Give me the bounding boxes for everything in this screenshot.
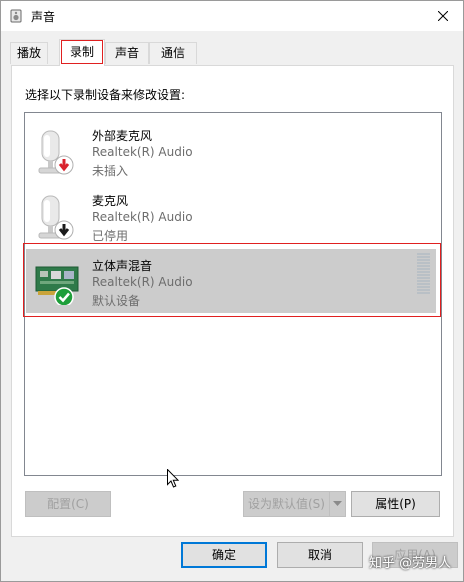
tab-label: 通信: [160, 46, 185, 60]
device-name: 立体声混音: [92, 259, 153, 273]
ok-button[interactable]: 确定: [181, 542, 267, 568]
device-driver: Realtek(R) Audio: [92, 145, 193, 159]
watermark: 知乎 @劳男人: [369, 556, 452, 571]
tab-label: 录制: [69, 45, 94, 59]
list-item-microphone[interactable]: 麦克风 Realtek(R) Audio 已停用: [26, 184, 436, 248]
cancel-button[interactable]: 取消: [277, 542, 363, 568]
tab-panel: 选择以下录制设备来修改设置: 外部麦克风 Realtek(R) Audio 未插…: [11, 65, 454, 537]
tab-sounds[interactable]: 声音: [105, 42, 149, 64]
microphone-icon: [38, 130, 74, 175]
level-meter: [417, 253, 430, 294]
device-driver: Realtek(R) Audio: [92, 210, 193, 224]
green-check-icon: [54, 287, 74, 305]
configure-button[interactable]: 配置(C): [25, 491, 111, 517]
list-item-external-microphone[interactable]: 外部麦克风 Realtek(R) Audio 未插入: [26, 119, 436, 183]
tab-communications[interactable]: 通信: [149, 42, 197, 64]
device-status: 已停用: [92, 229, 129, 243]
instruction-label: 选择以下录制设备来修改设置:: [25, 88, 186, 102]
tab-label: 声音: [114, 46, 139, 60]
speaker-icon: [10, 9, 22, 23]
set-default-button[interactable]: 设为默认值(S): [243, 491, 330, 517]
title-bar: 声音: [1, 1, 463, 31]
microphone-icon: [38, 195, 74, 240]
device-name: 麦克风: [92, 194, 129, 208]
device-status: 未插入: [92, 164, 129, 178]
close-button[interactable]: [423, 1, 463, 31]
list-item-stereo-mix[interactable]: 立体声混音 Realtek(R) Audio 默认设备: [26, 249, 436, 313]
tab-recording[interactable]: 录制: [59, 39, 105, 66]
device-name: 外部麦克风: [92, 129, 153, 143]
chevron-down-icon: [333, 501, 342, 506]
mouse-cursor-icon: [167, 469, 179, 488]
device-list[interactable]: 外部麦克风 Realtek(R) Audio 未插入 麦克风 Realtek(R…: [23, 112, 442, 476]
sound-dialog: 声音 播放 录制 声音 通信 选择以下录制设备来修改设置: 外部麦克风 Real…: [0, 0, 464, 582]
set-default-dropdown[interactable]: [330, 491, 346, 517]
device-status: 默认设备: [92, 294, 141, 308]
properties-button[interactable]: 属性(P): [351, 491, 440, 517]
window-title: 声音: [31, 10, 56, 24]
device-driver: Realtek(R) Audio: [92, 275, 193, 289]
tab-playback[interactable]: 播放: [10, 42, 48, 64]
tab-label: 播放: [16, 46, 41, 60]
sound-card-icon: [35, 266, 79, 305]
close-icon: [438, 11, 448, 21]
